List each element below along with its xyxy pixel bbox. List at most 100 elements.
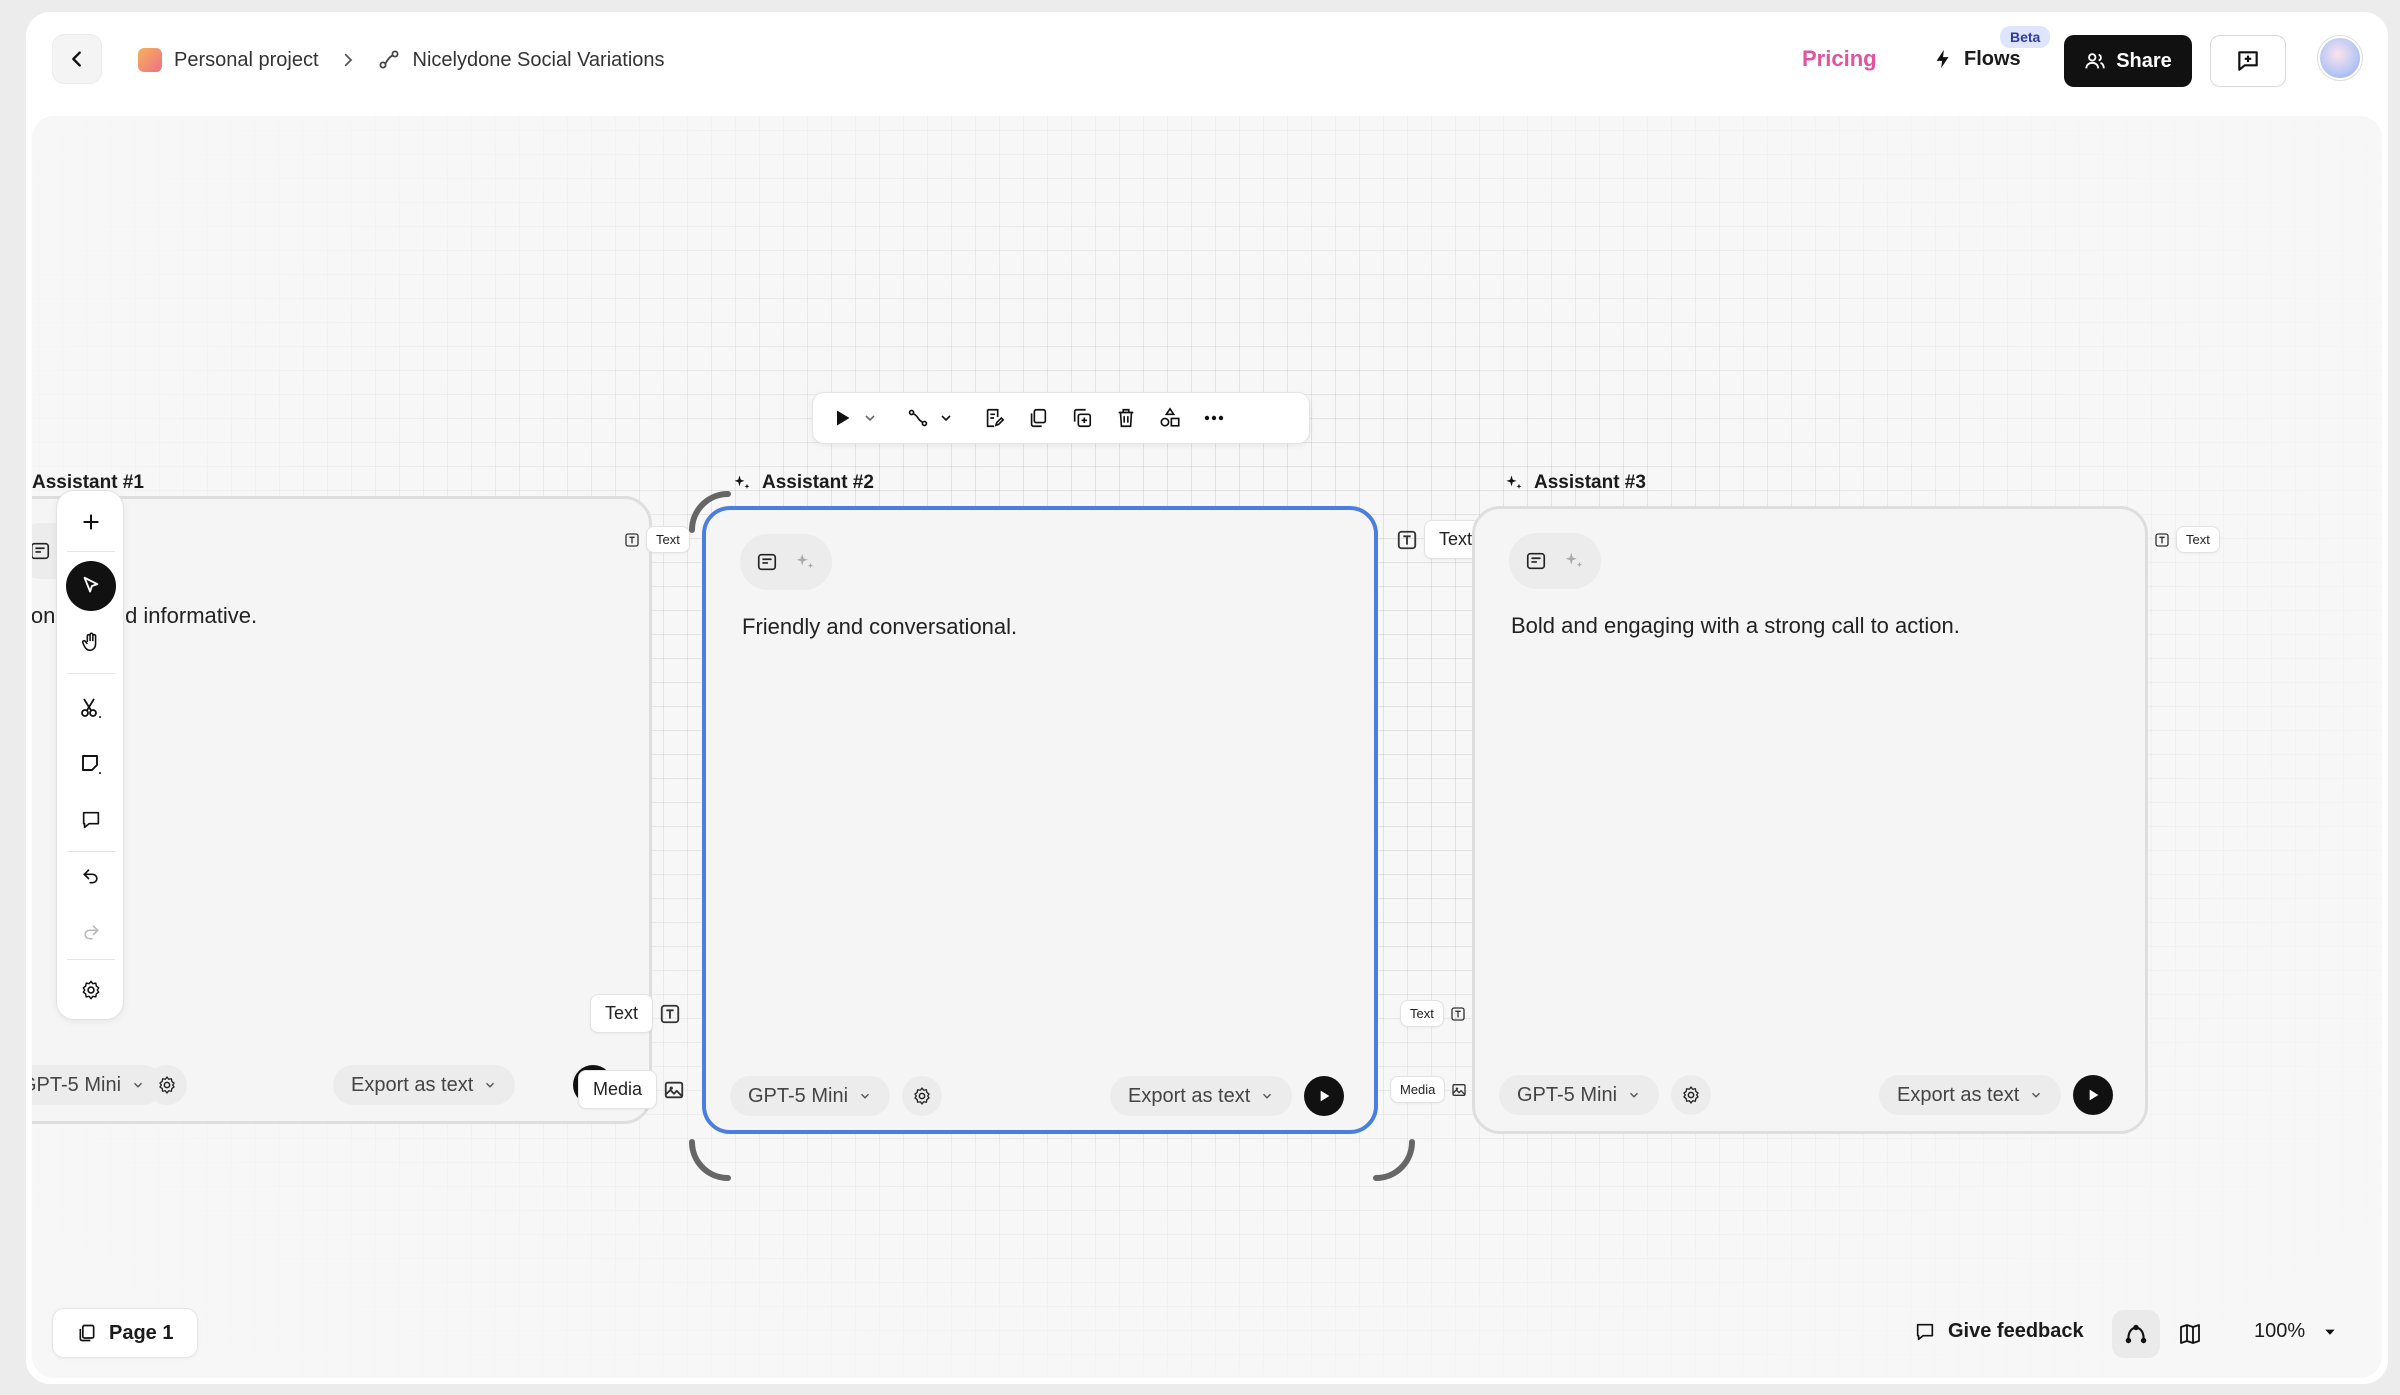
node-action-toolbar (812, 392, 1310, 444)
node-settings-button[interactable] (147, 1065, 187, 1105)
flows-button[interactable]: Flows (1932, 47, 2021, 71)
flow-file-icon (379, 50, 399, 69)
page-selector[interactable]: Page 1 (52, 1308, 199, 1358)
share-label: Share (2116, 49, 2172, 72)
model-select[interactable]: GPT-5 Mini (1499, 1075, 1660, 1115)
chevron-down-icon (1263, 1093, 1272, 1099)
hand-tool-button[interactable] (66, 617, 116, 667)
zoom-select[interactable]: 100% (2254, 1320, 2337, 1343)
assistant-node-2[interactable]: Friendly and conversational. GPT-5 Mini … (702, 506, 1378, 1134)
chevron-down-icon (1630, 1092, 1639, 1098)
node-output-text: Bold and engaging with a strong call to … (1511, 613, 1960, 638)
output-handle-text[interactable]: Text (2154, 526, 2220, 553)
caret-down-icon (2325, 1329, 2335, 1335)
flow-layout-button[interactable] (2112, 1310, 2160, 1358)
users-icon (2085, 53, 2105, 69)
connect-options-dropdown[interactable] (937, 403, 955, 433)
select-tool-button[interactable] (66, 561, 116, 611)
delete-button[interactable] (1111, 403, 1141, 433)
sparkle-icon[interactable] (1563, 550, 1585, 572)
image-icon (1451, 1082, 1467, 1098)
duplicate-icon (1073, 408, 1092, 428)
export-as-text-button[interactable]: Export as text (1879, 1075, 2062, 1115)
prompt-icon[interactable] (756, 551, 778, 573)
model-select[interactable]: GPT-5 Mini (730, 1076, 891, 1116)
breadcrumb-file[interactable]: Nicelydone Social Variations (413, 49, 665, 72)
message-plus-icon (2238, 51, 2258, 71)
input-handle-media[interactable]: Media (1390, 1076, 1467, 1103)
sparkle-icon[interactable] (794, 551, 816, 573)
prompt-icon[interactable] (32, 540, 51, 562)
input-handle-text[interactable]: Text (1400, 1000, 1466, 1027)
connect-button[interactable] (903, 403, 933, 433)
avatar[interactable] (2318, 36, 2362, 80)
more-horizontal-icon (1204, 415, 1224, 421)
scissors-tool-button[interactable] (66, 683, 116, 733)
chevron-down-icon (134, 1082, 143, 1088)
undo-icon (83, 869, 98, 884)
play-icon (2089, 1089, 2099, 1101)
redo-icon (84, 925, 99, 940)
assistant-node-3[interactable]: Bold and engaging with a strong call to … (1472, 506, 2148, 1134)
give-feedback-button[interactable]: Give feedback (1914, 1320, 2084, 1343)
undo-button[interactable] (66, 851, 116, 901)
assistant-node-1[interactable]: Concise and informative. GPT-5 Mini Expo… (32, 496, 652, 1124)
run-node-button[interactable] (1304, 1076, 1344, 1116)
node-tools (740, 534, 832, 590)
sticky-note-button[interactable] (66, 739, 116, 789)
gear-icon (159, 1076, 175, 1094)
input-handle-text[interactable]: Text (590, 994, 681, 1033)
input-handle-media[interactable]: Media (578, 1070, 685, 1109)
gear-icon (914, 1087, 930, 1105)
flow-canvas[interactable]: Assistant #1 Concise and informative. GP… (32, 116, 2382, 1378)
chevron-down-icon (2032, 1092, 2041, 1098)
trash-icon (1118, 408, 1134, 428)
share-button[interactable]: Share (2064, 35, 2192, 87)
duplicate-button[interactable] (1067, 403, 1097, 433)
back-button[interactable] (52, 34, 102, 84)
run-button[interactable] (827, 403, 857, 433)
canvas-settings-button[interactable] (66, 965, 116, 1015)
copy-button[interactable] (1023, 403, 1053, 433)
redo-button[interactable] (66, 907, 116, 957)
node-settings-button[interactable] (902, 1076, 942, 1116)
run-options-dropdown[interactable] (861, 403, 879, 433)
beta-badge: Beta (2000, 26, 2051, 48)
gear-icon (82, 980, 100, 1000)
breadcrumb-project[interactable]: Personal project (174, 49, 319, 72)
cursor-icon (83, 576, 99, 593)
chevron-down-icon (861, 1093, 870, 1099)
export-as-text-button[interactable]: Export as text (333, 1065, 516, 1105)
shapes-icon (1160, 407, 1180, 427)
export-as-text-button[interactable]: Export as text (1110, 1076, 1293, 1116)
toolbar-divider (67, 673, 115, 674)
play-icon (1320, 1090, 1330, 1102)
gear-icon (1683, 1086, 1699, 1104)
model-select[interactable]: GPT-5 Mini (32, 1065, 164, 1105)
prompt-icon[interactable] (1525, 550, 1547, 572)
breadcrumb: Personal project Nicelydone Social Varia… (138, 48, 665, 72)
output-handle-text[interactable]: Text (624, 526, 690, 553)
edit-prompt-button[interactable] (979, 403, 1009, 433)
more-button[interactable] (1199, 403, 1229, 433)
node-settings-button[interactable] (1671, 1075, 1711, 1115)
edit-note-icon (986, 408, 1005, 428)
minimap-button[interactable] (2166, 1310, 2214, 1358)
copy-icon (1030, 408, 1047, 428)
node-output-text: Friendly and conversational. (742, 614, 1018, 639)
text-type-icon (659, 1003, 681, 1025)
play-icon (837, 410, 850, 426)
comment-button[interactable] (66, 795, 116, 845)
pages-icon (79, 1324, 95, 1342)
connector-icon (908, 409, 928, 427)
add-node-button[interactable] (66, 497, 116, 547)
shapes-button[interactable] (1155, 403, 1185, 433)
run-node-button[interactable] (2073, 1075, 2113, 1115)
pricing-link[interactable]: Pricing (1802, 46, 1877, 72)
node-title-assistant-3[interactable]: Assistant #3 (1504, 472, 1646, 494)
top-bar: Personal project Nicelydone Social Varia… (26, 12, 2388, 112)
scissors-icon (81, 698, 101, 718)
new-chat-button[interactable] (2210, 35, 2286, 87)
chevron-right-icon (344, 53, 352, 67)
text-type-icon (624, 532, 640, 548)
